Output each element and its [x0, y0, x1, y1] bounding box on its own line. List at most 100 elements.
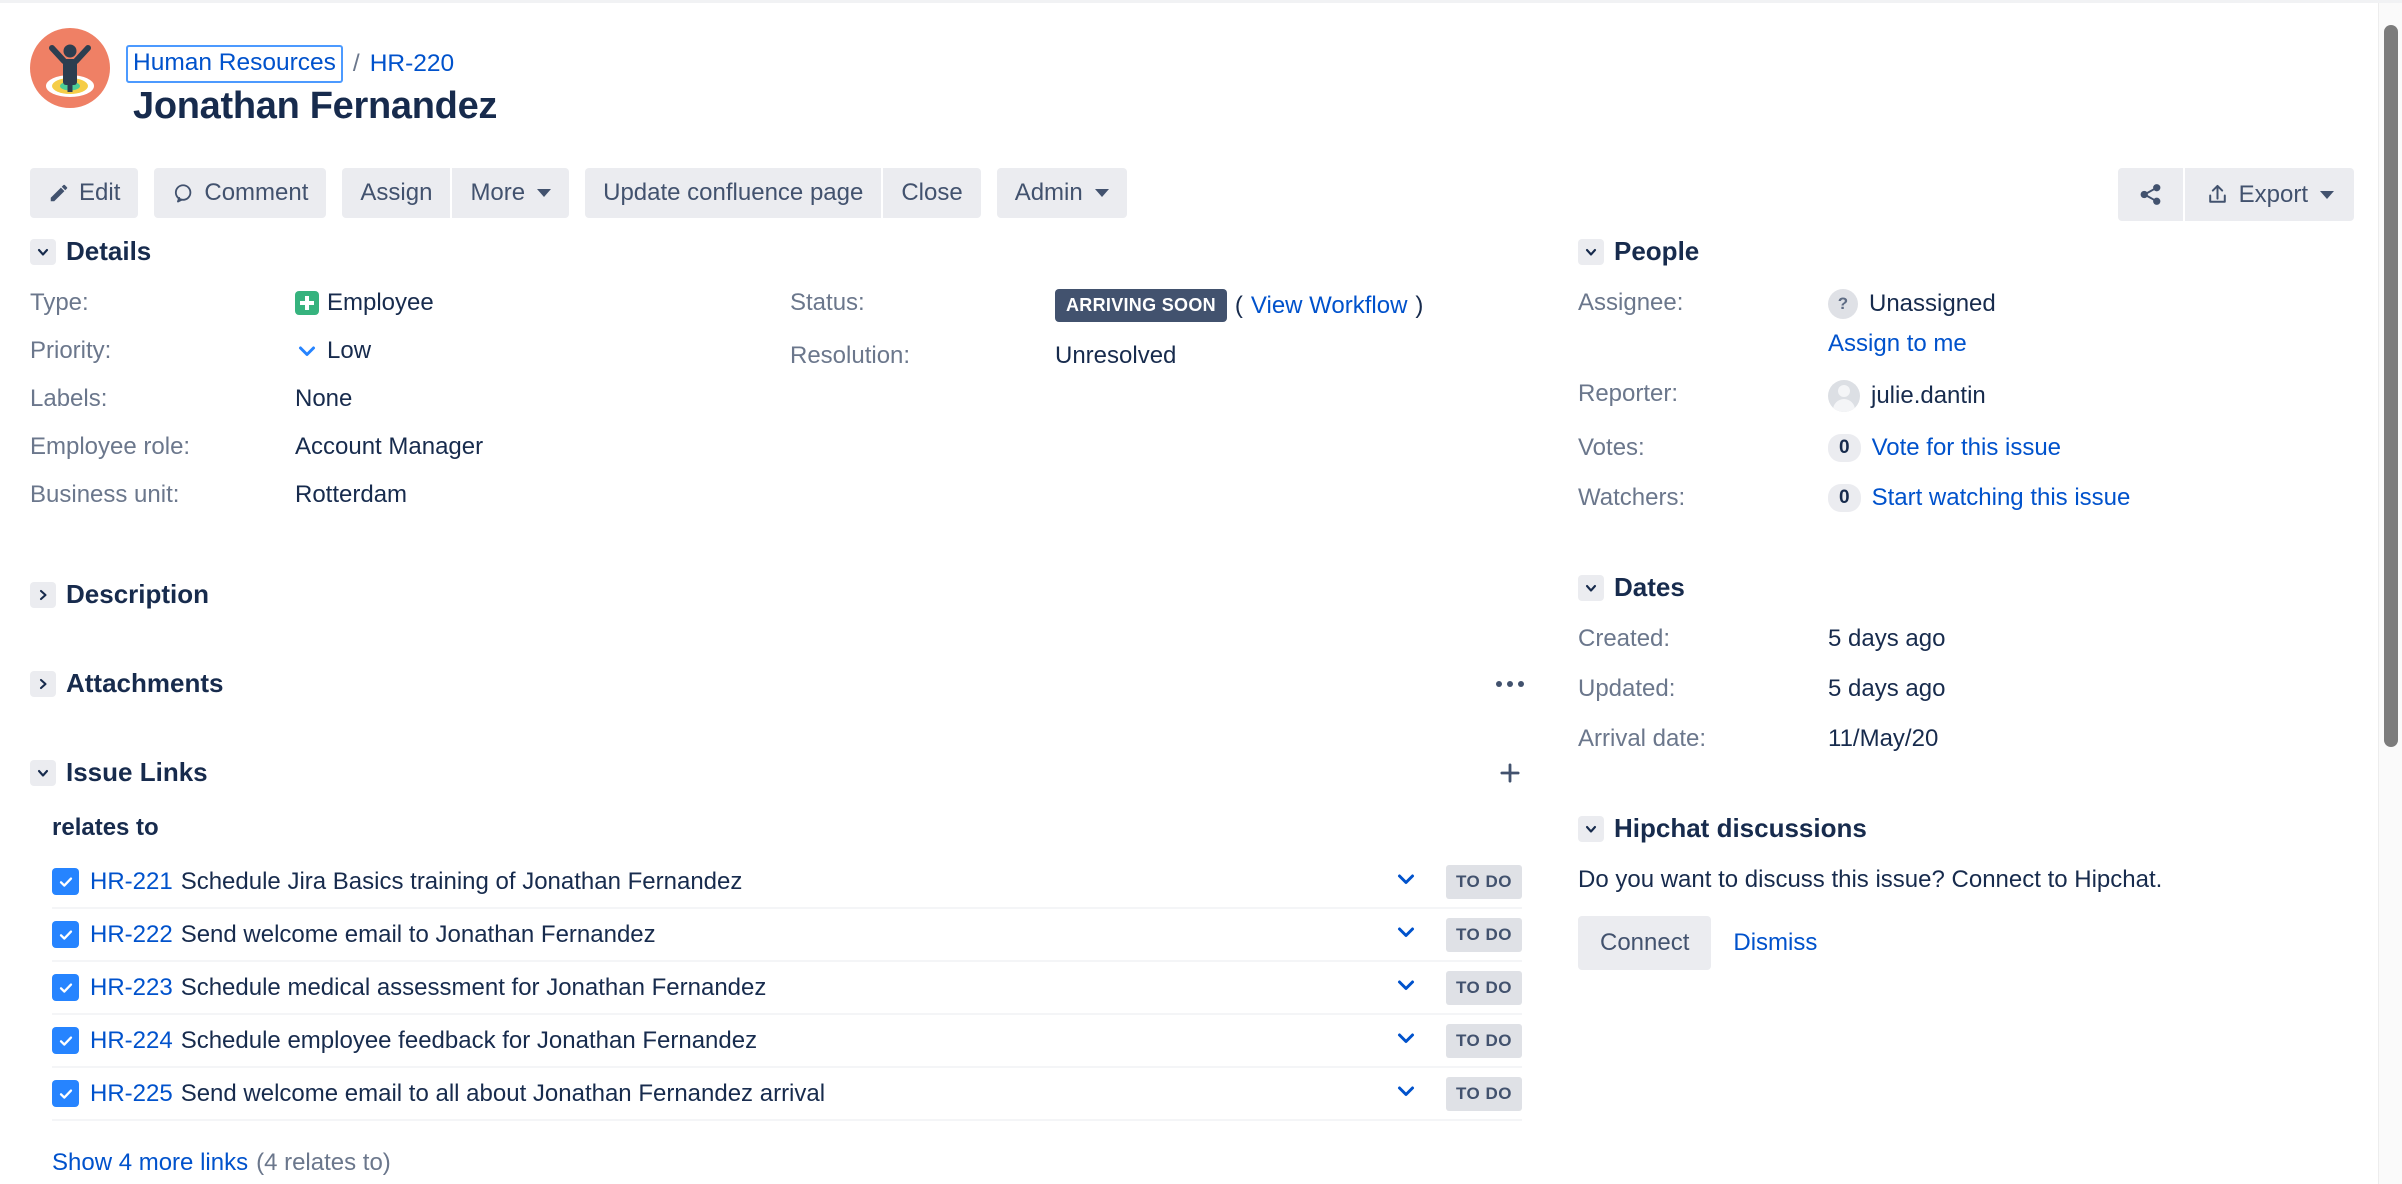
assign-to-me-link[interactable]: Assign to me [1828, 330, 1967, 357]
issue-toolbar-right: Export [2117, 168, 2354, 221]
view-workflow-link[interactable]: View Workflow [1251, 292, 1408, 320]
dates-section: Dates Created: 5 days ago Updated: 5 day… [1578, 572, 2368, 753]
hipchat-section-header[interactable]: Hipchat discussions [1578, 813, 2368, 844]
more-button[interactable]: More [452, 168, 570, 218]
issue-link-checkbox[interactable] [52, 868, 79, 895]
hipchat-dismiss-link[interactable]: Dismiss [1733, 929, 1817, 957]
chevron-right-icon[interactable] [30, 581, 56, 608]
assign-label: Assign [360, 179, 433, 206]
description-section-title: Description [66, 579, 210, 609]
dates-field-grid: Created: 5 days ago Updated: 5 days ago … [1578, 625, 2368, 753]
issue-links-section-title: Issue Links [66, 757, 208, 787]
priority-low-icon [295, 339, 319, 363]
breadcrumb-project-link[interactable]: Human Resources [126, 45, 343, 83]
page-scrollbar[interactable] [2378, 3, 2402, 1184]
created-label: Created: [1578, 625, 1671, 652]
issue-link-key[interactable]: HR-223 [90, 974, 173, 1002]
issue-link-summary[interactable]: Send welcome email to all about Jonathan… [181, 1080, 825, 1108]
resolution-value: Unresolved [1055, 342, 1177, 369]
issue-links-section-header[interactable]: Issue Links [30, 757, 1550, 788]
chevron-down-icon[interactable] [30, 238, 56, 265]
start-watching-link[interactable]: Start watching this issue [1872, 484, 2131, 512]
labels-value: None [295, 385, 353, 412]
employee-role-value: Account Manager [295, 433, 484, 460]
issue-link-summary[interactable]: Schedule medical assessment for Jonathan… [181, 974, 767, 1002]
issue-sidebar-column: People Assignee: ? Unassigned Assign to … [1578, 236, 2368, 970]
hipchat-connect-button[interactable]: Connect [1578, 916, 1712, 970]
assign-to-me: Assign to me [1828, 330, 2368, 358]
issue-link-summary[interactable]: Schedule Jira Basics training of Jonatha… [181, 868, 743, 896]
issue-main-column: Details Type: Employee Priority: Low Lab… [30, 236, 1550, 1177]
dates-section-title: Dates [1614, 572, 1685, 602]
issue-link-row: HR-223 Schedule medical assessment for Jo… [52, 962, 1522, 1015]
dates-section-header[interactable]: Dates [1578, 572, 2368, 603]
updated-value: 5 days ago [1828, 675, 1946, 702]
issue-link-summary[interactable]: Send welcome email to Jonathan Fernandez [181, 921, 656, 949]
status-label: Status: [790, 289, 865, 316]
people-section-header[interactable]: People [1578, 236, 2368, 267]
created-value: 5 days ago [1828, 625, 1946, 652]
resolution-label: Resolution: [790, 342, 911, 369]
breadcrumb-issue-key-link[interactable]: HR-220 [370, 51, 454, 77]
close-button[interactable]: Close [883, 168, 981, 218]
updated-label: Updated: [1578, 675, 1676, 702]
show-more-links-link[interactable]: Show 4 more links [52, 1149, 248, 1176]
chevron-right-icon[interactable] [30, 670, 56, 697]
update-confluence-page-button[interactable]: Update confluence page [585, 168, 882, 218]
description-section-header[interactable]: Description [30, 579, 1550, 610]
issue-link-key[interactable]: HR-222 [90, 921, 173, 949]
plus-icon [1500, 763, 1520, 783]
attachments-section-title: Attachments [66, 668, 224, 698]
vote-for-issue-link[interactable]: Vote for this issue [1872, 434, 2061, 462]
chevron-down-icon[interactable] [30, 759, 56, 786]
share-icon [2138, 182, 2163, 207]
priority-low-icon [1394, 1026, 1418, 1055]
edit-button[interactable]: Edit [30, 168, 139, 218]
details-field-grid-right: Status: ARRIVING SOON (View Workflow) Re… [790, 289, 1490, 370]
share-button[interactable] [2117, 168, 2183, 221]
comment-button[interactable]: Comment [154, 168, 327, 218]
issue-link-key[interactable]: HR-225 [90, 1080, 173, 1108]
issue-links-section: Issue Links relates to HR-221 Schedule Ji… [30, 757, 1550, 1177]
assign-button[interactable]: Assign [342, 168, 451, 218]
priority-label: Priority: [30, 337, 112, 364]
attachments-section-header[interactable]: Attachments [30, 668, 1550, 699]
add-link-button[interactable] [1490, 753, 1530, 793]
comment-label: Comment [204, 179, 309, 206]
hipchat-section-title: Hipchat discussions [1614, 813, 1867, 843]
workflow-actions-group: Update confluence page Close [585, 168, 981, 218]
dot [1507, 681, 1513, 687]
export-button[interactable]: Export [2184, 168, 2354, 221]
page-title: Jonathan Fernandez [133, 85, 498, 127]
jira-issue-page: Human Resources / HR-220 Jonathan Fernan… [0, 0, 2402, 1184]
chevron-down-icon [1094, 189, 1109, 197]
chevron-down-icon[interactable] [1578, 238, 1604, 265]
issue-link-summary[interactable]: Schedule employee feedback for Jonathan … [181, 1027, 757, 1055]
chevron-down-icon[interactable] [1578, 815, 1604, 842]
priority-low-icon [1394, 920, 1418, 949]
issue-link-key[interactable]: HR-224 [90, 1027, 173, 1055]
comment-icon [172, 182, 195, 205]
chevron-down-icon[interactable] [1578, 574, 1604, 601]
admin-button[interactable]: Admin [996, 168, 1127, 218]
issue-link-checkbox[interactable] [52, 921, 79, 948]
issue-toolbar: Edit Comment Assign More Update confluen… [30, 168, 1127, 218]
pencil-icon [48, 182, 70, 204]
reporter-text[interactable]: julie.dantin [1871, 382, 1986, 410]
issue-link-checkbox[interactable] [52, 1027, 79, 1054]
close-label: Close [901, 179, 963, 206]
details-section-header[interactable]: Details [30, 236, 1550, 267]
issue-link-checkbox[interactable] [52, 1080, 79, 1107]
hipchat-actions: Connect Dismiss [1578, 916, 2368, 970]
watchers-count-badge: 0 [1828, 484, 1861, 512]
description-section: Description [30, 579, 1550, 610]
priority-low-icon [1394, 867, 1418, 896]
issue-link-row: HR-222 Send welcome email to Jonathan Fer… [52, 909, 1522, 962]
user-avatar-icon [1828, 380, 1860, 412]
watchers-label: Watchers: [1578, 484, 1686, 511]
more-options-icon[interactable] [1490, 664, 1530, 704]
question-avatar-icon: ? [1828, 289, 1858, 319]
issue-link-checkbox[interactable] [52, 974, 79, 1001]
scrollbar-thumb[interactable] [2384, 25, 2398, 747]
issue-link-key[interactable]: HR-221 [90, 868, 173, 896]
